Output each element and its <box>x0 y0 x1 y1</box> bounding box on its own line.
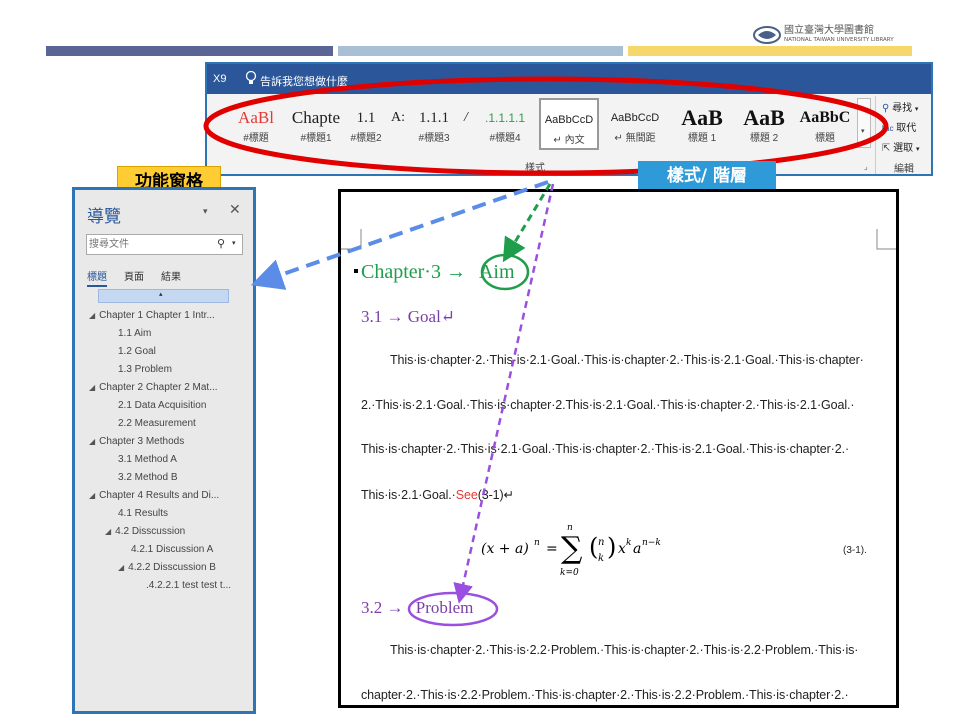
annotation-arrows <box>250 180 555 604</box>
arrow-to-nav-pane <box>250 180 549 290</box>
arrow-to-section-heading <box>453 183 555 604</box>
